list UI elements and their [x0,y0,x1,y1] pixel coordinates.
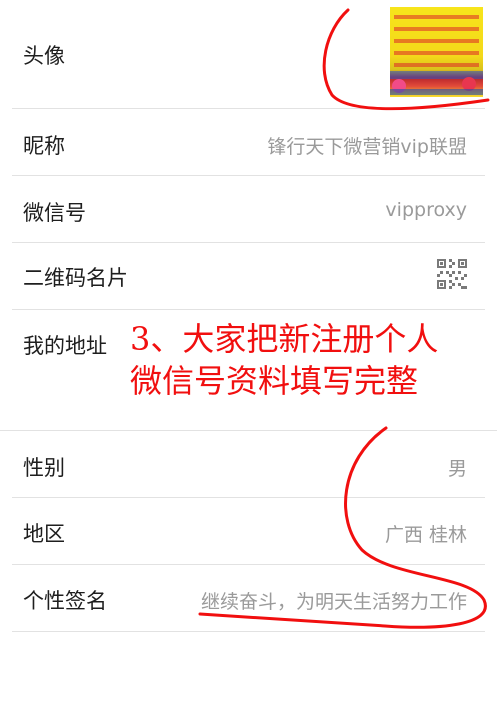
wechat-id-row[interactable]: 微信号 vipproxy [0,176,497,242]
nickname-value: 锋行天下微营销vip联盟 [267,136,467,158]
region-row[interactable]: 地区 广西 桂林 [0,498,497,564]
qr-code-icon [437,259,467,289]
gender-value: 男 [447,458,467,480]
annotation-line-1: 3、大家把新注册个人 [130,320,439,358]
region-value: 广西 桂林 [384,524,467,546]
nickname-label: 昵称 [23,134,65,158]
qr-card-row[interactable]: 二维码名片 [0,243,497,309]
annotation-line-2: 微信号资料填写完整 [130,362,419,400]
wechat-id-label: 微信号 [23,201,86,225]
signature-label: 个性签名 [23,589,107,613]
divider [12,631,485,632]
avatar-label: 头像 [23,44,65,68]
signature-row[interactable]: 个性签名 继续奋斗，为明天生活努力工作 [0,565,497,631]
signature-value: 继续奋斗，为明天生活努力工作 [200,591,467,613]
avatar-row[interactable]: 头像 [0,0,497,108]
address-label: 我的地址 [23,334,107,358]
annotation-text: 3、大家把新注册个人 微信号资料填写完整 [130,318,438,402]
qr-card-label: 二维码名片 [23,266,128,290]
gender-label: 性别 [23,456,65,480]
region-label: 地区 [23,522,65,546]
gender-row[interactable]: 性别 男 [0,431,497,497]
nickname-row[interactable]: 昵称 锋行天下微营销vip联盟 [0,109,497,175]
avatar [390,7,483,97]
wechat-id-value: vipproxy [385,199,467,221]
